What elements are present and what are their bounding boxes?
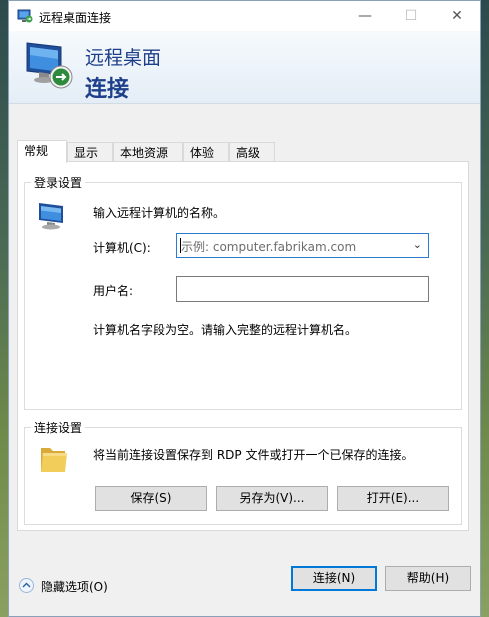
minimize-button[interactable]: —	[342, 1, 388, 31]
save-as-button[interactable]: 另存为(V)...	[216, 486, 328, 511]
username-field[interactable]	[176, 276, 429, 302]
logon-settings-group: 登录设置 输入远程计算机的名称。 计算机(C): 示例: computer.fa…	[24, 174, 462, 410]
empty-computer-hint: 计算机名字段为空。请输入完整的远程计算机名。	[93, 323, 358, 337]
connection-description: 将当前连接设置保存到 RDP 文件或打开一个已保存的连接。	[93, 448, 414, 462]
computer-label: 计算机(C):	[93, 241, 151, 255]
username-label: 用户名:	[93, 284, 134, 298]
tab-experience[interactable]: 体验	[183, 142, 229, 162]
logon-settings-title: 登录设置	[31, 174, 86, 191]
window-title: 远程桌面连接	[39, 11, 112, 25]
tab-advanced[interactable]: 高级	[229, 142, 275, 162]
monitor-connect-icon	[26, 42, 73, 89]
close-button[interactable]: ✕	[434, 1, 480, 31]
tab-local-resources[interactable]: 本地资源	[113, 142, 183, 162]
save-button[interactable]: 保存(S)	[95, 486, 207, 511]
collapse-chevron-up-icon[interactable]	[19, 578, 34, 593]
open-button[interactable]: 打开(E)...	[337, 486, 449, 511]
remote-desktop-window: 远程桌面连接 — ☐ ✕ 远程桌面 连接 常规 显示 本地资源 体验 高级 登录…	[8, 0, 481, 617]
tab-display[interactable]: 显示	[67, 142, 113, 162]
maximize-button[interactable]: ☐	[388, 1, 434, 31]
dialog-body: 常规 显示 本地资源 体验 高级 登录设置 输入远程计算机的名称。 计算机(C)…	[9, 104, 480, 616]
computer-icon	[39, 203, 63, 230]
instruction-text: 输入远程计算机的名称。	[93, 206, 226, 220]
general-tab-panel: 登录设置 输入远程计算机的名称。 计算机(C): 示例: computer.fa…	[17, 161, 469, 531]
computer-combobox[interactable]: 示例: computer.fabrikam.com ⌄	[176, 233, 429, 258]
title-bar[interactable]: 远程桌面连接 — ☐ ✕	[9, 1, 480, 31]
folder-icon	[41, 448, 67, 472]
banner-title-line2: 连接	[85, 77, 130, 102]
connection-settings-title: 连接设置	[31, 419, 86, 436]
help-button[interactable]: 帮助(H)	[385, 566, 471, 591]
chevron-down-icon[interactable]: ⌄	[413, 238, 422, 251]
connection-settings-group: 连接设置 将当前连接设置保存到 RDP 文件或打开一个已保存的连接。 保存(S)…	[24, 419, 462, 525]
banner: 远程桌面 连接	[9, 31, 480, 104]
banner-title-line1: 远程桌面	[85, 47, 162, 69]
hide-options-label[interactable]: 隐藏选项(O)	[41, 578, 108, 595]
tab-general[interactable]: 常规	[17, 140, 67, 163]
connect-button[interactable]: 连接(N)	[291, 566, 377, 591]
remote-desktop-app-icon	[17, 9, 33, 23]
computer-placeholder: 示例: computer.fabrikam.com	[181, 240, 357, 254]
